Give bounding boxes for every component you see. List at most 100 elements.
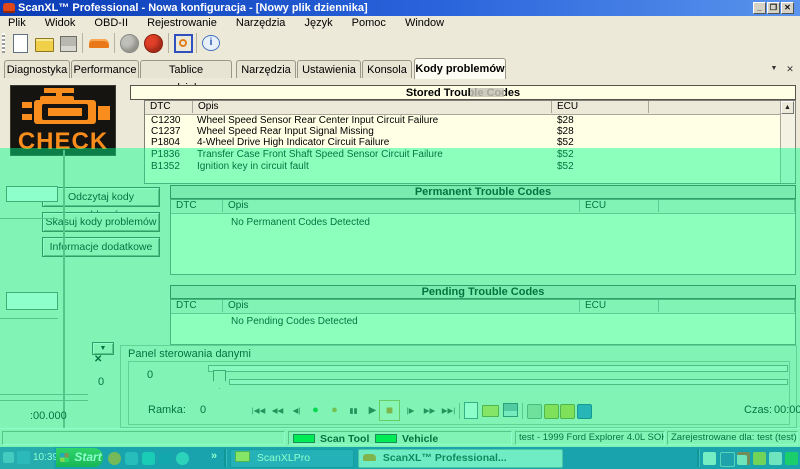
vehicle-led [375, 434, 397, 443]
start-button[interactable]: Start [56, 448, 103, 467]
ghost-divider [0, 400, 88, 401]
tab-diagnostyka[interactable]: Diagnostyka [4, 60, 70, 78]
pause-button[interactable]: ▮▮ [345, 402, 362, 419]
close-button[interactable]: ✕ [781, 2, 794, 14]
quicklaunch-icon[interactable] [142, 452, 155, 465]
ghost-close-icon[interactable]: ✕ [94, 354, 102, 365]
taskbar-item-scanxl-professional[interactable]: ScanXL™ Professional... [358, 449, 563, 468]
tray-status-icon[interactable] [785, 452, 798, 465]
tray-volume-icon[interactable] [769, 452, 782, 465]
col-opis[interactable]: Opis [223, 200, 580, 212]
menu-rejestrowanie[interactable]: Rejestrowanie [139, 16, 225, 30]
tab-dropdown-icon[interactable]: ▼ [768, 63, 780, 75]
scroll-up-icon[interactable]: ▲ [781, 101, 794, 114]
playback-slider-track[interactable] [208, 365, 788, 372]
title-bar: ScanXL™ Professional - Nowa konfiguracja… [0, 0, 800, 16]
menu-jezyk[interactable]: Język [296, 16, 340, 30]
col-ecu[interactable]: ECU [552, 101, 649, 113]
quicklaunch-internet-icon[interactable] [159, 452, 172, 465]
menu-pomoc[interactable]: Pomoc [344, 16, 394, 30]
restore-button[interactable]: ❐ [767, 2, 780, 14]
time-value: 00:00 [774, 404, 800, 416]
tab-close-icon[interactable]: ✕ [784, 63, 796, 75]
vehicle-car-icon[interactable] [88, 33, 110, 53]
label-tool-icon[interactable] [527, 404, 542, 419]
skip-end-button[interactable]: ▶▶| [440, 402, 457, 419]
stored-codes-header: Stored Trouble Codes [130, 85, 796, 100]
read-codes-button[interactable]: Odczytaj kody problemów [42, 187, 160, 207]
tray-network-icon[interactable] [737, 452, 750, 465]
open-folder-icon[interactable] [34, 33, 54, 53]
additional-info-button[interactable]: Informacje dodatkowe [42, 237, 160, 257]
quicklaunch-icon[interactable] [125, 452, 138, 465]
pending-table-header: DTC Opis ECU [171, 300, 795, 314]
open-log-icon[interactable] [482, 405, 499, 417]
new-file-icon[interactable] [10, 33, 30, 53]
disconnect-plug-icon[interactable] [143, 33, 163, 53]
tab-performance[interactable]: Performance [71, 60, 139, 78]
col-opis[interactable]: Opis [193, 101, 552, 113]
menu-plik[interactable]: Plik [0, 16, 34, 30]
menu-obd2[interactable]: OBD-II [86, 16, 136, 30]
tab-tablice-rozdzielcze[interactable]: Tablice rozdzielcze [140, 60, 232, 78]
menu-widok[interactable]: Widok [37, 16, 84, 30]
tray-shield-icon[interactable] [753, 452, 766, 465]
menu-window[interactable]: Window [397, 16, 452, 30]
stored-scrollbar[interactable]: ▲ [780, 101, 795, 183]
export-down-icon[interactable] [544, 404, 559, 419]
tray-app-icon[interactable] [720, 452, 735, 467]
grid-view-icon[interactable] [577, 404, 592, 419]
col-dtc[interactable]: DTC [171, 200, 223, 212]
status-empty-panel [2, 431, 285, 445]
stored-codes-table: DTC Opis ECU ▲ C1230 Wheel Speed Sensor … [144, 100, 796, 184]
record-button[interactable]: ● [307, 402, 324, 419]
ghost-tray-icon [17, 451, 30, 464]
save-icon[interactable] [58, 33, 78, 53]
col-ecu[interactable]: ECU [580, 200, 659, 212]
ghost-clock: 10:39 [33, 452, 58, 463]
skip-start-button[interactable]: |◀◀ [250, 402, 267, 419]
save-log-icon[interactable] [503, 403, 518, 417]
col-opis[interactable]: Opis [223, 300, 580, 312]
info-icon[interactable]: i [201, 33, 221, 53]
col-extra[interactable] [659, 300, 795, 312]
quicklaunch-overflow-chevron[interactable]: » [211, 450, 217, 462]
rewind-button[interactable]: ◀◀ [269, 402, 286, 419]
quicklaunch-media-icon[interactable] [176, 452, 189, 465]
dashboard-icon[interactable] [173, 33, 193, 53]
col-extra[interactable] [659, 200, 795, 212]
status-vehicle-info: test - 1999 Ford Explorer 4.0L SOHC [515, 431, 665, 445]
tab-narzedzia[interactable]: Narzędzia [236, 60, 296, 78]
tab-kody-problemow[interactable]: Kody problemów [414, 58, 506, 79]
permanent-codes-table: DTC Opis ECU No Permanent Codes Detected [170, 199, 796, 275]
toolbar-grip[interactable] [2, 33, 5, 53]
status-registered-to: Zarejestrowane dla: test (test) [667, 431, 798, 445]
taskbar-item-scanxlpro[interactable]: ScanXLPro [230, 449, 354, 468]
new-log-icon[interactable] [464, 402, 478, 419]
clear-codes-button[interactable]: Skasuj kody problemów [42, 212, 160, 232]
step-forward-button[interactable]: |▶ [402, 402, 419, 419]
export-up-icon[interactable] [560, 404, 575, 419]
fast-forward-button[interactable]: ▶▶ [421, 402, 438, 419]
step-back-button[interactable]: ◀| [288, 402, 305, 419]
tab-konsola[interactable]: Konsola [362, 60, 412, 78]
frame-value: 0 [200, 404, 206, 416]
car-icon [363, 454, 376, 461]
quicklaunch-icon[interactable] [108, 452, 121, 465]
marker-button[interactable]: ● [326, 402, 343, 419]
stop-button[interactable]: ■ [379, 400, 400, 421]
minimize-button[interactable]: _ [753, 2, 766, 14]
ghost-field [6, 186, 58, 202]
col-extra[interactable] [649, 101, 782, 113]
app-icon [3, 3, 15, 13]
menu-narzedzia[interactable]: Narzędzia [228, 16, 294, 30]
col-ecu[interactable]: ECU [580, 300, 659, 312]
connect-plug-icon[interactable] [119, 33, 139, 53]
tab-ustawienia[interactable]: Ustawienia [297, 60, 361, 78]
secondary-slider-track[interactable] [229, 379, 788, 385]
ghost-field [6, 292, 58, 310]
col-dtc[interactable]: DTC [145, 101, 193, 113]
empty-row-message: No Pending Codes Detected [231, 316, 358, 327]
tray-display-icon[interactable] [703, 452, 716, 465]
col-dtc[interactable]: DTC [171, 300, 223, 312]
